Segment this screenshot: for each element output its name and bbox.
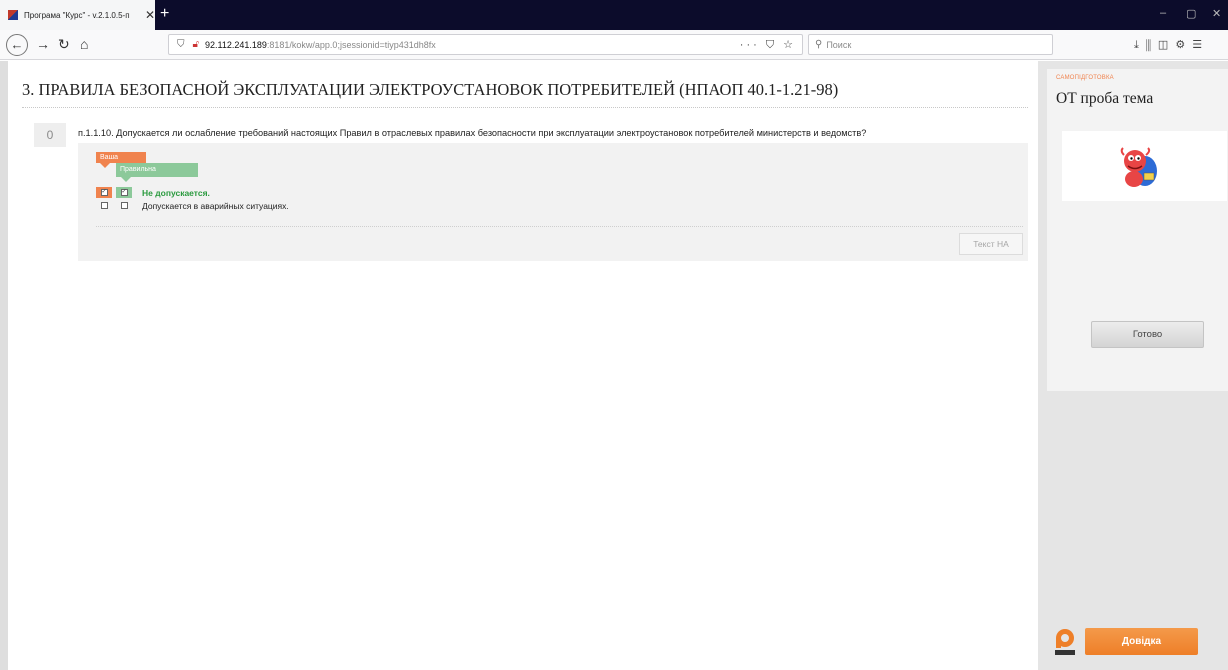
answer-text: Не допускается. (142, 187, 210, 198)
window-minimize-button[interactable]: – (1160, 7, 1166, 19)
tab-close-icon[interactable]: ✕ (145, 8, 155, 22)
sidebar-toggle-icon[interactable]: ◫ (1158, 39, 1175, 51)
insecure-lock-icon[interactable]: 🔓︎ (193, 39, 199, 50)
answers-panel: Ваша Правильна ✓ ✓ Не допускается. Допус… (78, 143, 1028, 261)
help-button[interactable]: Довідка (1085, 628, 1198, 655)
window-close-button[interactable]: ✕ (1212, 7, 1221, 20)
forward-arrow-icon[interactable]: → (36, 36, 50, 52)
your-answer-cell: ✓ (96, 187, 112, 198)
search-icon: ⚲ (815, 39, 823, 50)
home-icon[interactable]: ⌂ (80, 36, 88, 52)
answer-text: Допускается в аварийных ситуациях. (142, 200, 289, 211)
browser-tab-bar: Програма "Курс" - v.2.1.0.5-п ✕ + – ▢ ✕ (0, 0, 1228, 30)
correct-answer-checkbox (120, 202, 128, 209)
question-text: п.1.1.10. Допускается ли ослабление треб… (78, 128, 867, 138)
question-number-badge: 0 (34, 123, 66, 147)
mascot-frame (1062, 131, 1227, 201)
url-path: :8181/kokw/app.0;jsessionid=tiyp431dh8fx (266, 39, 436, 50)
reload-icon[interactable]: ↻ (58, 36, 70, 52)
mode-label: САМОПІДГОТОВКА (1056, 75, 1114, 81)
new-tab-button[interactable]: + (160, 5, 169, 23)
answers-divider (96, 226, 1023, 227)
sidebar-card: САМОПІДГОТОВКА ОТ проба тема Готово (1047, 69, 1228, 391)
your-answer-cell (96, 200, 112, 211)
site-favicon-icon (8, 10, 18, 20)
answer-option: Допускается в аварийных ситуациях. (96, 200, 289, 211)
menu-icon[interactable]: ☰ (1192, 39, 1209, 51)
legend-correct-pointer (121, 177, 131, 182)
extension-icon[interactable]: ⚙ (1175, 39, 1192, 51)
browser-nav-bar: ← → ↻ ⌂ ⛉ 🔓︎ 92.112.241.189 :8181/kokw/a… (0, 30, 1228, 60)
mascot-icon (1120, 147, 1157, 187)
search-placeholder: Поиск (826, 39, 852, 50)
page-actions-icon[interactable]: ··· ⛉ ☆ (740, 38, 796, 52)
correct-answer-cell: ✓ (116, 187, 132, 198)
text-na-button[interactable]: Текст НА (959, 233, 1023, 255)
browser-toolbar-icons: ⤓⫼◫⚙☰ (1134, 38, 1209, 52)
back-arrow-icon[interactable]: ← (6, 34, 28, 56)
tab-title: Програма "Курс" - v.2.1.0.5-п (24, 10, 130, 20)
search-bar[interactable]: ⚲ Поиск (808, 34, 1053, 55)
page-content: 3. ПРАВИЛА БЕЗОПАСНОЙ ЭКСПЛУАТАЦИИ ЭЛЕКТ… (0, 61, 1228, 670)
sidebar-title: ОТ проба тема (1056, 90, 1154, 107)
address-bar[interactable]: ⛉ 🔓︎ 92.112.241.189 :8181/kokw/app.0;jse… (168, 34, 803, 55)
correct-answer-checkbox: ✓ (120, 189, 128, 196)
tracking-shield-icon[interactable]: ⛉ (177, 39, 185, 50)
right-sidebar: САМОПІДГОТОВКА ОТ проба тема Готово Дові… (1038, 61, 1228, 670)
correct-answer-cell (116, 200, 132, 211)
your-answer-checkbox: ✓ (100, 189, 108, 196)
done-button[interactable]: Готово (1091, 321, 1204, 348)
browser-tab[interactable]: Програма "Курс" - v.2.1.0.5-п ✕ (0, 0, 155, 30)
title-divider (22, 107, 1028, 108)
downloads-icon[interactable]: ⤓ (1134, 39, 1146, 51)
url-host: 92.112.241.189 (204, 39, 267, 50)
legend-yours-tag: Ваша (96, 152, 146, 163)
library-icon[interactable]: ⫼ (1146, 39, 1158, 51)
proten-logo-icon (1055, 629, 1075, 655)
your-answer-checkbox (100, 202, 108, 209)
legend-yours-pointer (100, 163, 110, 168)
legend-correct-tag: Правильна (116, 163, 198, 177)
window-maximize-button[interactable]: ▢ (1186, 7, 1196, 20)
left-edge-stripe (0, 61, 8, 670)
page-title: 3. ПРАВИЛА БЕЗОПАСНОЙ ЭКСПЛУАТАЦИИ ЭЛЕКТ… (22, 80, 839, 99)
answer-option: ✓ ✓ Не допускается. (96, 187, 210, 198)
